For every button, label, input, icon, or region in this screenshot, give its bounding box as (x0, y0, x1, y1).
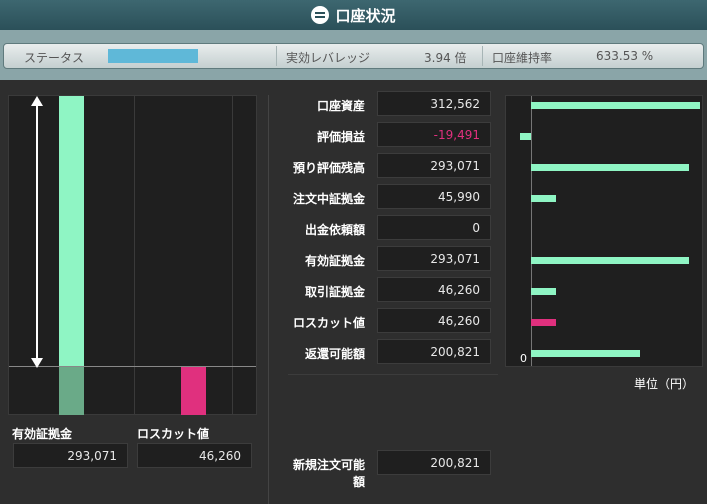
status-divider (276, 46, 277, 66)
unit-label: 単位（円） (634, 377, 695, 391)
summary-row-value: 46,260 (377, 308, 491, 333)
summary-row-label: 注文中証拠金 (292, 192, 365, 206)
maintenance-label: 口座維持率 (492, 51, 553, 65)
summary-row-label: 出金依頼額 (304, 223, 365, 237)
chart-bar-7 (531, 319, 556, 326)
summary-row-value: 293,071 (377, 246, 491, 271)
summary-row-label: 評価損益 (316, 130, 365, 144)
window-title-bar: 口座状況 (0, 0, 707, 30)
losscut-label: ロスカット値 (137, 427, 210, 441)
summary-row-value: -19,491 (377, 122, 491, 147)
summary-row-value: 45,990 (377, 184, 491, 209)
effective-margin-value: 293,071 (13, 443, 128, 468)
summary-row-value: 200,821 (377, 339, 491, 364)
effective-margin-bar (59, 96, 84, 366)
status-band: ステータス 実効レバレッジ 3.94 倍 口座維持率 633.53 % (0, 30, 707, 80)
status-label: ステータス (24, 51, 85, 65)
account-bar-chart (505, 95, 703, 367)
summary-row-value: 0 (377, 215, 491, 240)
summary-divider (288, 374, 498, 375)
section-divider (268, 95, 269, 504)
maintenance-value: 633.53 % (596, 49, 654, 63)
chart-bar-3 (531, 195, 556, 202)
chart-bar-6 (531, 288, 556, 295)
effective-margin-bar-lower (59, 367, 84, 415)
chart-bar-2 (531, 164, 690, 171)
new-order-value: 200,821 (377, 450, 491, 475)
window-title: 口座状況 (335, 6, 396, 25)
chart-baseline (9, 366, 256, 367)
losscut-value: 46,260 (137, 443, 252, 468)
summary-row-value: 46,260 (377, 277, 491, 302)
summary-row-label: 取引証拠金 (304, 285, 365, 299)
summary-row-label: 預り評価残高 (292, 161, 365, 175)
range-arrow-line (36, 102, 38, 364)
chart-bar-1 (520, 133, 531, 140)
status-box: ステータス 実効レバレッジ 3.94 倍 口座維持率 633.53 % (3, 43, 704, 69)
chart-bar-0 (531, 102, 700, 109)
summary-row-label: 返還可能額 (304, 347, 365, 361)
summary-row-value: 293,071 (377, 153, 491, 178)
arrow-down-icon (31, 358, 43, 368)
chart-bar-8 (531, 350, 640, 357)
chart-zero-label: 0 (520, 352, 527, 365)
summary-row-value: 312,562 (377, 91, 491, 116)
summary-row-label: ロスカット値 (292, 316, 365, 330)
margin-comparison-chart (8, 95, 257, 415)
new-order-label: 新規注文可能額 (292, 458, 365, 489)
summary-row-label: 口座資産 (316, 99, 365, 113)
leverage-value: 3.94 倍 (424, 51, 467, 65)
status-divider (482, 46, 483, 66)
status-indicator-bar (108, 49, 198, 63)
summary-row-label: 有効証拠金 (304, 254, 365, 268)
chart-bar-5 (531, 257, 690, 264)
account-status-icon (311, 6, 330, 24)
effective-margin-label: 有効証拠金 (12, 427, 73, 441)
leverage-label: 実効レバレッジ (286, 51, 371, 65)
losscut-bar (181, 367, 206, 415)
